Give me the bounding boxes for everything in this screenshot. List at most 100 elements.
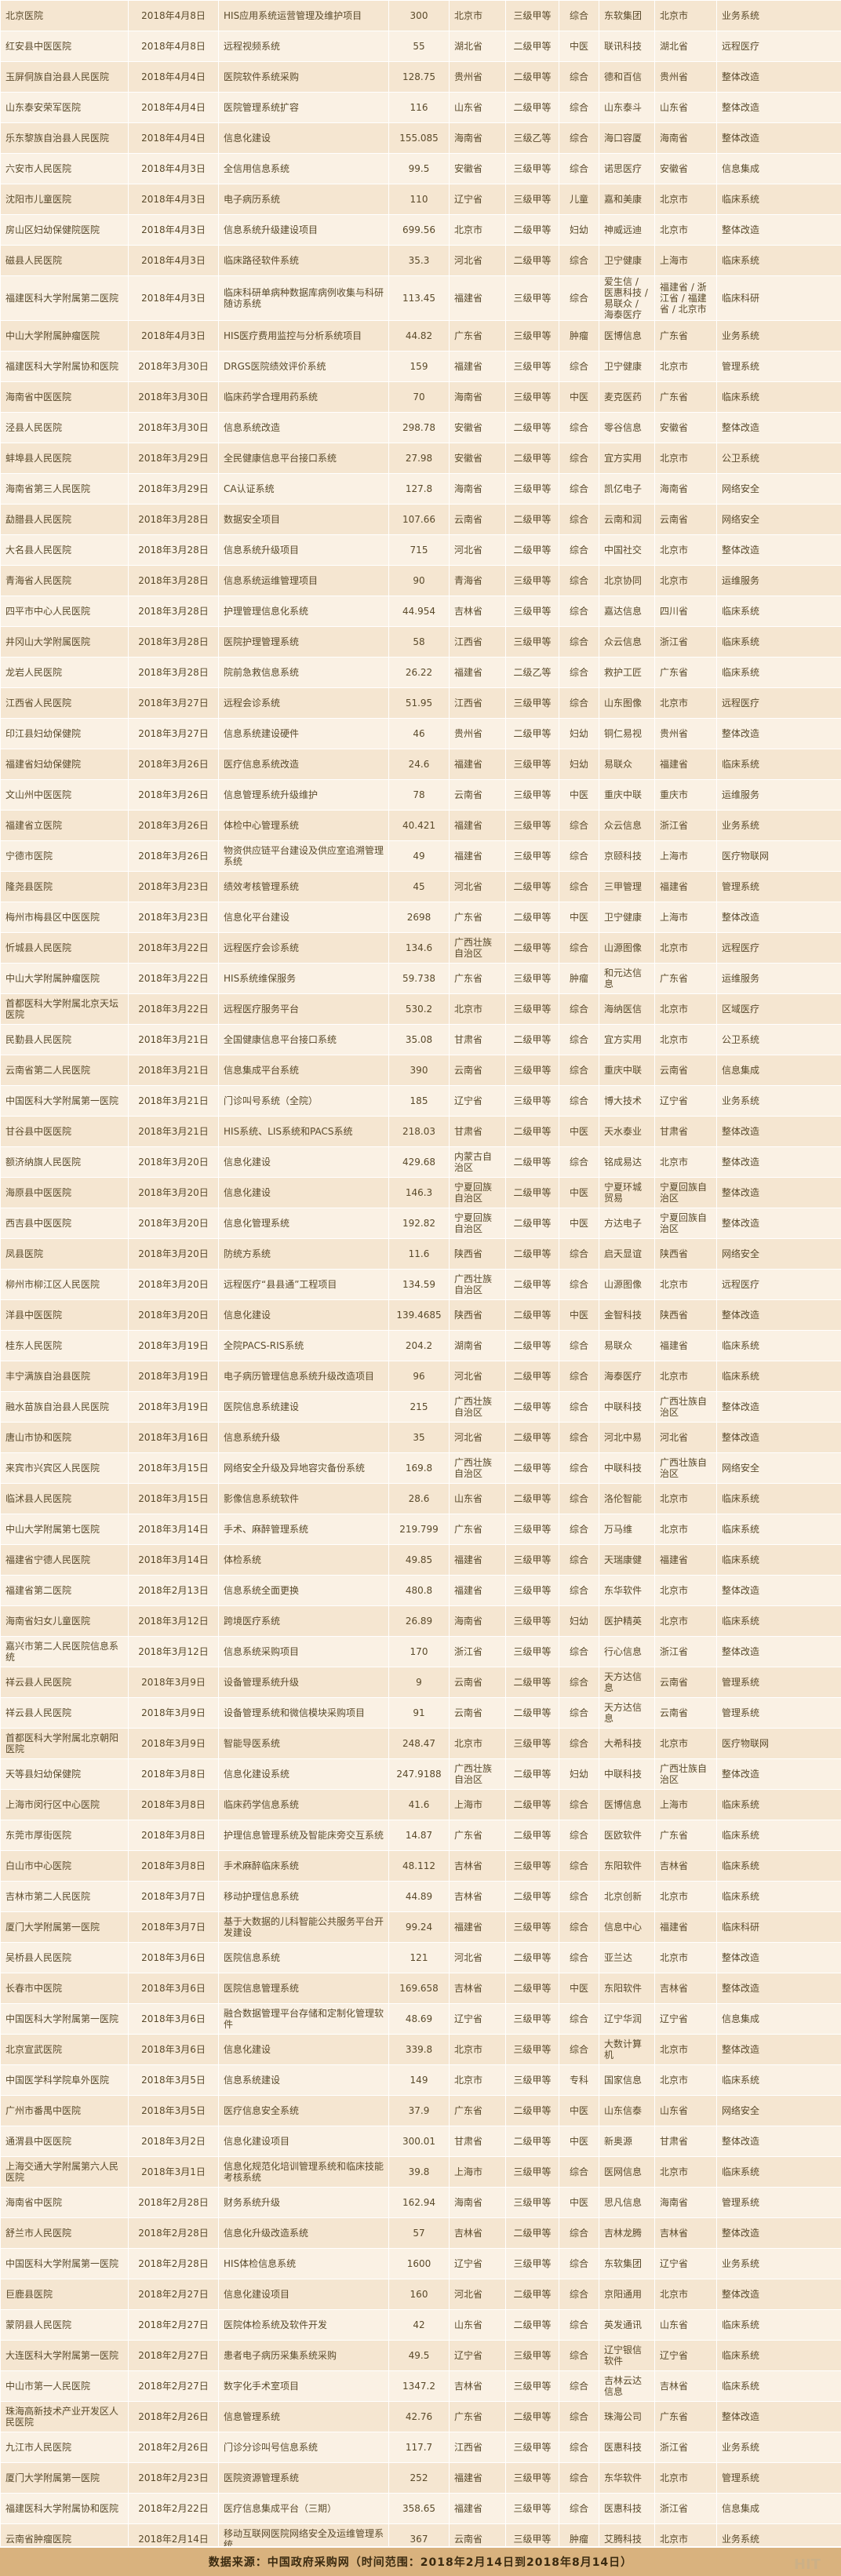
cell-hospital-level: 二级甲等 [505,504,559,535]
cell-vendor: 山源图像 [599,932,655,964]
cell-amount: 48.69 [388,2003,450,2035]
cell-amount: 27.98 [388,443,450,474]
cell-date: 2018年2月22日 [128,2493,219,2524]
cell-date: 2018年3月7日 [128,1881,219,1912]
cell-hospital-level: 二级甲等 [505,1820,559,1851]
cell-hospital-type: 妇幼 [559,1605,599,1637]
table-row: 丰宁满族自治县医院 2018年3月19日 电子病历管理信息系统升级改造项目 96 河北省… [0,1361,841,1392]
cell-date: 2018年3月19日 [128,1330,219,1361]
cell-category: 临床系统 [716,1514,841,1545]
cell-vendor: 天方达信息 [599,1667,655,1698]
cell-category: 临床系统 [716,2156,841,2188]
cell-hospital-level: 二级甲等 [505,1483,559,1514]
cell-category: 整体改造 [716,1575,841,1606]
cell-hospital-name: 珠海高新技术产业开发区人民医院 [0,2401,129,2432]
cell-project-name: 移动护理信息系统 [218,1881,389,1912]
cell-hospital-type: 综合 [559,1667,599,1698]
cell-province: 北京市 [449,2064,506,2096]
cell-province: 河北省 [449,2279,506,2310]
table-row: 福建省第二医院 2018年2月13日 信息系统全面更换 480.8 福建省 三级甲等 综合东… [0,1575,841,1606]
cell-project-name: 信息系统升级建设项目 [218,214,389,246]
cell-hospital-name: 海原县中医医院 [0,1177,129,1208]
cell-vendor: 卫宁健康 [599,245,655,276]
cell-hospital-level: 二级甲等 [505,1208,559,1239]
cell-date: 2018年4月3日 [128,153,219,184]
cell-hospital-level: 二级甲等 [505,2095,559,2126]
cell-vendor-province: 海南省 [654,473,717,505]
cell-category: 信息集成 [716,1055,841,1086]
table-row: 隆尧县医院 2018年3月23日 绩效考核管理系统 45 河北省 二级甲等 综合 三甲管理 福建… [0,871,841,902]
cell-vendor: 万马维 [599,1514,655,1545]
cell-category: 整体改造 [716,61,841,93]
cell-hospital-type: 综合 [559,1911,599,1943]
cell-hospital-name: 舒兰市人民医院 [0,2217,129,2249]
cell-hospital-type: 综合 [559,1697,599,1729]
cell-project-name: 信息系统全面更换 [218,1575,389,1606]
cell-amount: 44.954 [388,596,450,627]
cell-hospital-type: 妇幼 [559,1758,599,1790]
cell-hospital-name: 中山市第一人民医院 [0,2370,129,2402]
table-row: 中山大学附属肿瘤医院 2018年3月22日 HIS系统维保服务 59.738 广东省 三级… [0,963,841,994]
cell-hospital-level: 三级甲等 [505,993,559,1025]
table-row: 白山市中心医院 2018年3月8日 手术麻醉临床系统 48.112 吉林省 三级甲等 综合东… [0,1850,841,1882]
cell-hospital-level: 二级甲等 [505,1973,559,2004]
cell-amount: 49.5 [388,2340,450,2371]
cell-hospital-level: 三级甲等 [505,810,559,841]
table-row: 磁县人民医院 2018年4月3日 临床路径软件系统 35.3 河北省 二级甲等 综合 卫宁健康… [0,245,841,276]
cell-vendor: 吉林龙腾 [599,2217,655,2249]
cell-vendor-province: 福建省 [654,1911,717,1943]
cell-amount: 37.9 [388,2095,450,2126]
cell-project-name: 门诊分诊叫号信息系统 [218,2432,389,2463]
cell-date: 2018年3月28日 [128,657,219,688]
cell-project-name: 信息系统升级 [218,1422,389,1453]
cell-amount: 121 [388,1942,450,1973]
cell-province: 上海市 [449,1789,506,1820]
cell-vendor: 山东泰斗 [599,92,655,123]
cell-project-name: 手术麻醉临床系统 [218,1850,389,1882]
cell-amount: 2698 [388,902,450,933]
table-row: 云南省第二人民医院 2018年3月21日 信息集成平台系统 390 云南省 三级甲等 综合重… [0,1055,841,1086]
cell-province: 云南省 [449,1697,506,1729]
table-row: 祥云县人民医院 2018年3月9日 设备管理系统和微信模块采购项目 91 云南省 二级甲等… [0,1697,841,1729]
cell-vendor: 大数计算机 [599,2034,655,2065]
cell-hospital-name: 蒙阴县人民医院 [0,2309,129,2341]
cell-date: 2018年3月15日 [128,1483,219,1514]
cell-hospital-type: 综合 [559,1452,599,1484]
table-row: 天等县妇幼保健院 2018年3月8日 信息化建设系统 247.9188 广西壮族自治区二… [0,1758,841,1790]
cell-province: 吉林省 [449,1973,506,2004]
cell-province: 山东省 [449,92,506,123]
cell-vendor-province: 上海市 [654,902,717,933]
cell-date: 2018年3月12日 [128,1636,219,1667]
cell-province: 吉林省 [449,596,506,627]
cell-amount: 70 [388,381,450,413]
cell-vendor-province: 北京市 [654,565,717,596]
cell-hospital-type: 综合 [559,122,599,154]
cell-vendor-province: 安徽省 [654,412,717,443]
cell-vendor-province: 甘肃省 [654,1116,717,1147]
cell-date: 2018年4月4日 [128,122,219,154]
cell-hospital-level: 三级甲等 [505,596,559,627]
cell-project-name: 基于大数据的儿科智能公共服务平台开发建设 [218,1911,389,1943]
cell-province: 福建省 [449,2493,506,2524]
table-row: 福建省宁德人民医院 2018年3月14日 体检系统 49.85 福建省 三级甲等 综合 天瑞康… [0,1544,841,1576]
cell-hospital-type: 综合 [559,92,599,123]
cell-project-name: 信息化建设 [218,1146,389,1178]
cell-hospital-level: 二级甲等 [505,1269,559,1300]
cell-category: 临床系统 [716,381,841,413]
table-row: 中国医科大学附属第一医院 2018年3月6日 融合数据管理平台存储和定制化管理软件 4… [0,2003,841,2035]
cell-hospital-type: 综合 [559,1391,599,1423]
cell-category: 整体改造 [716,1116,841,1147]
table-row: 海原县中医医院 2018年3月20日 信息化建设 146.3 宁夏回族自治区 二级甲等 中医… [0,1177,841,1208]
cell-hospital-level: 三级甲等 [505,2003,559,2035]
cell-hospital-level: 三级甲等 [505,2340,559,2371]
cell-province: 福建省 [449,1575,506,1606]
cell-vendor: 医欧软件 [599,1820,655,1851]
cell-vendor-province: 海南省 [654,122,717,154]
cell-hospital-name: 海南省妇女儿童医院 [0,1605,129,1637]
cell-vendor: 海口容厦 [599,122,655,154]
table-row: 青海省人民医院 2018年3月28日 信息系统运维管理项目 90 青海省 三级甲等 综合 北京… [0,565,841,596]
cell-vendor-province: 上海市 [654,245,717,276]
procurement-table: 北京医院 2018年4月8日 HIS应用系统运营管理及维护项目 300 北京市 三级甲等综… [0,0,841,2555]
cell-hospital-name: 福建省宁德人民医院 [0,1544,129,1576]
cell-hospital-type: 中医 [559,902,599,933]
